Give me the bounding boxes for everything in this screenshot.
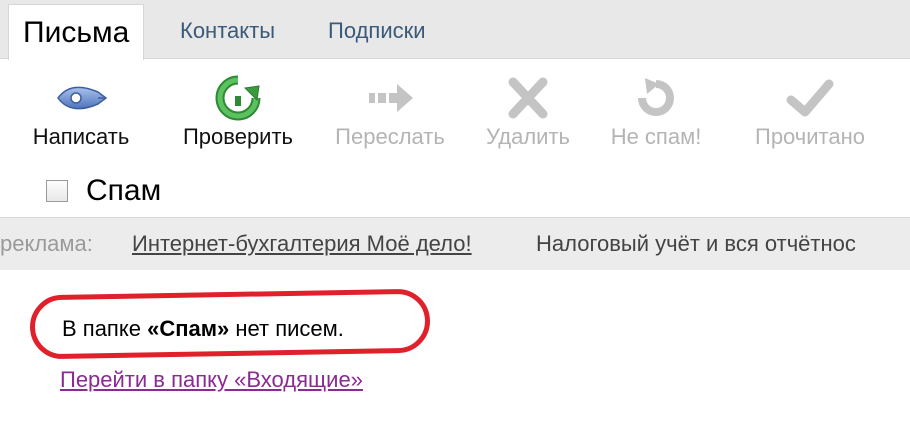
select-all-checkbox[interactable] bbox=[46, 180, 68, 202]
goto-inbox-link[interactable]: Перейти в папку «Входящие» bbox=[60, 367, 363, 393]
empty-suffix: нет писем. bbox=[229, 316, 344, 341]
ad-text: Налоговый учёт и вся отчётнос bbox=[536, 231, 856, 256]
tab-subscriptions[interactable]: Подписки bbox=[318, 0, 436, 58]
ad-link[interactable]: Интернет-бухгалтерия Моё дело! bbox=[132, 218, 472, 270]
checkmark-icon bbox=[786, 79, 834, 117]
write-button[interactable]: Написать bbox=[22, 66, 140, 166]
forward-button[interactable]: Переслать bbox=[324, 66, 456, 166]
delete-button[interactable]: Удалить bbox=[474, 66, 582, 166]
folder-title: Спам bbox=[86, 174, 162, 207]
empty-folder-name: «Спам» bbox=[147, 316, 230, 341]
mark-read-button[interactable]: Прочитано bbox=[744, 66, 876, 166]
write-label: Написать bbox=[32, 124, 130, 149]
delete-label: Удалить bbox=[486, 124, 570, 149]
ad-label: реклама: bbox=[0, 231, 93, 256]
tab-bar: Письма Контакты Подписки bbox=[0, 0, 910, 60]
undo-icon bbox=[638, 78, 674, 116]
not-spam-label: Не спам! bbox=[610, 124, 702, 149]
delete-x-icon bbox=[508, 77, 548, 119]
toolbar: Написать Проверить Переслать Удалить Не … bbox=[0, 66, 910, 166]
check-mail-button[interactable]: Проверить bbox=[170, 66, 306, 166]
mark-read-label: Прочитано bbox=[755, 124, 865, 149]
not-spam-button[interactable]: Не спам! bbox=[598, 66, 714, 166]
ad-banner: реклама: Интернет-бухгалтерия Моё дело! … bbox=[0, 217, 910, 270]
forward-arrow-icon bbox=[369, 84, 413, 112]
tab-letters[interactable]: Письма bbox=[8, 4, 145, 60]
forward-label: Переслать bbox=[335, 124, 445, 149]
empty-prefix: В папке bbox=[62, 316, 148, 341]
refresh-icon bbox=[215, 75, 261, 121]
check-label: Проверить bbox=[182, 124, 294, 149]
pen-icon bbox=[57, 86, 108, 110]
empty-folder-message: В папке «Спам» нет писем. bbox=[62, 316, 344, 342]
tab-contacts[interactable]: Контакты bbox=[170, 0, 285, 58]
